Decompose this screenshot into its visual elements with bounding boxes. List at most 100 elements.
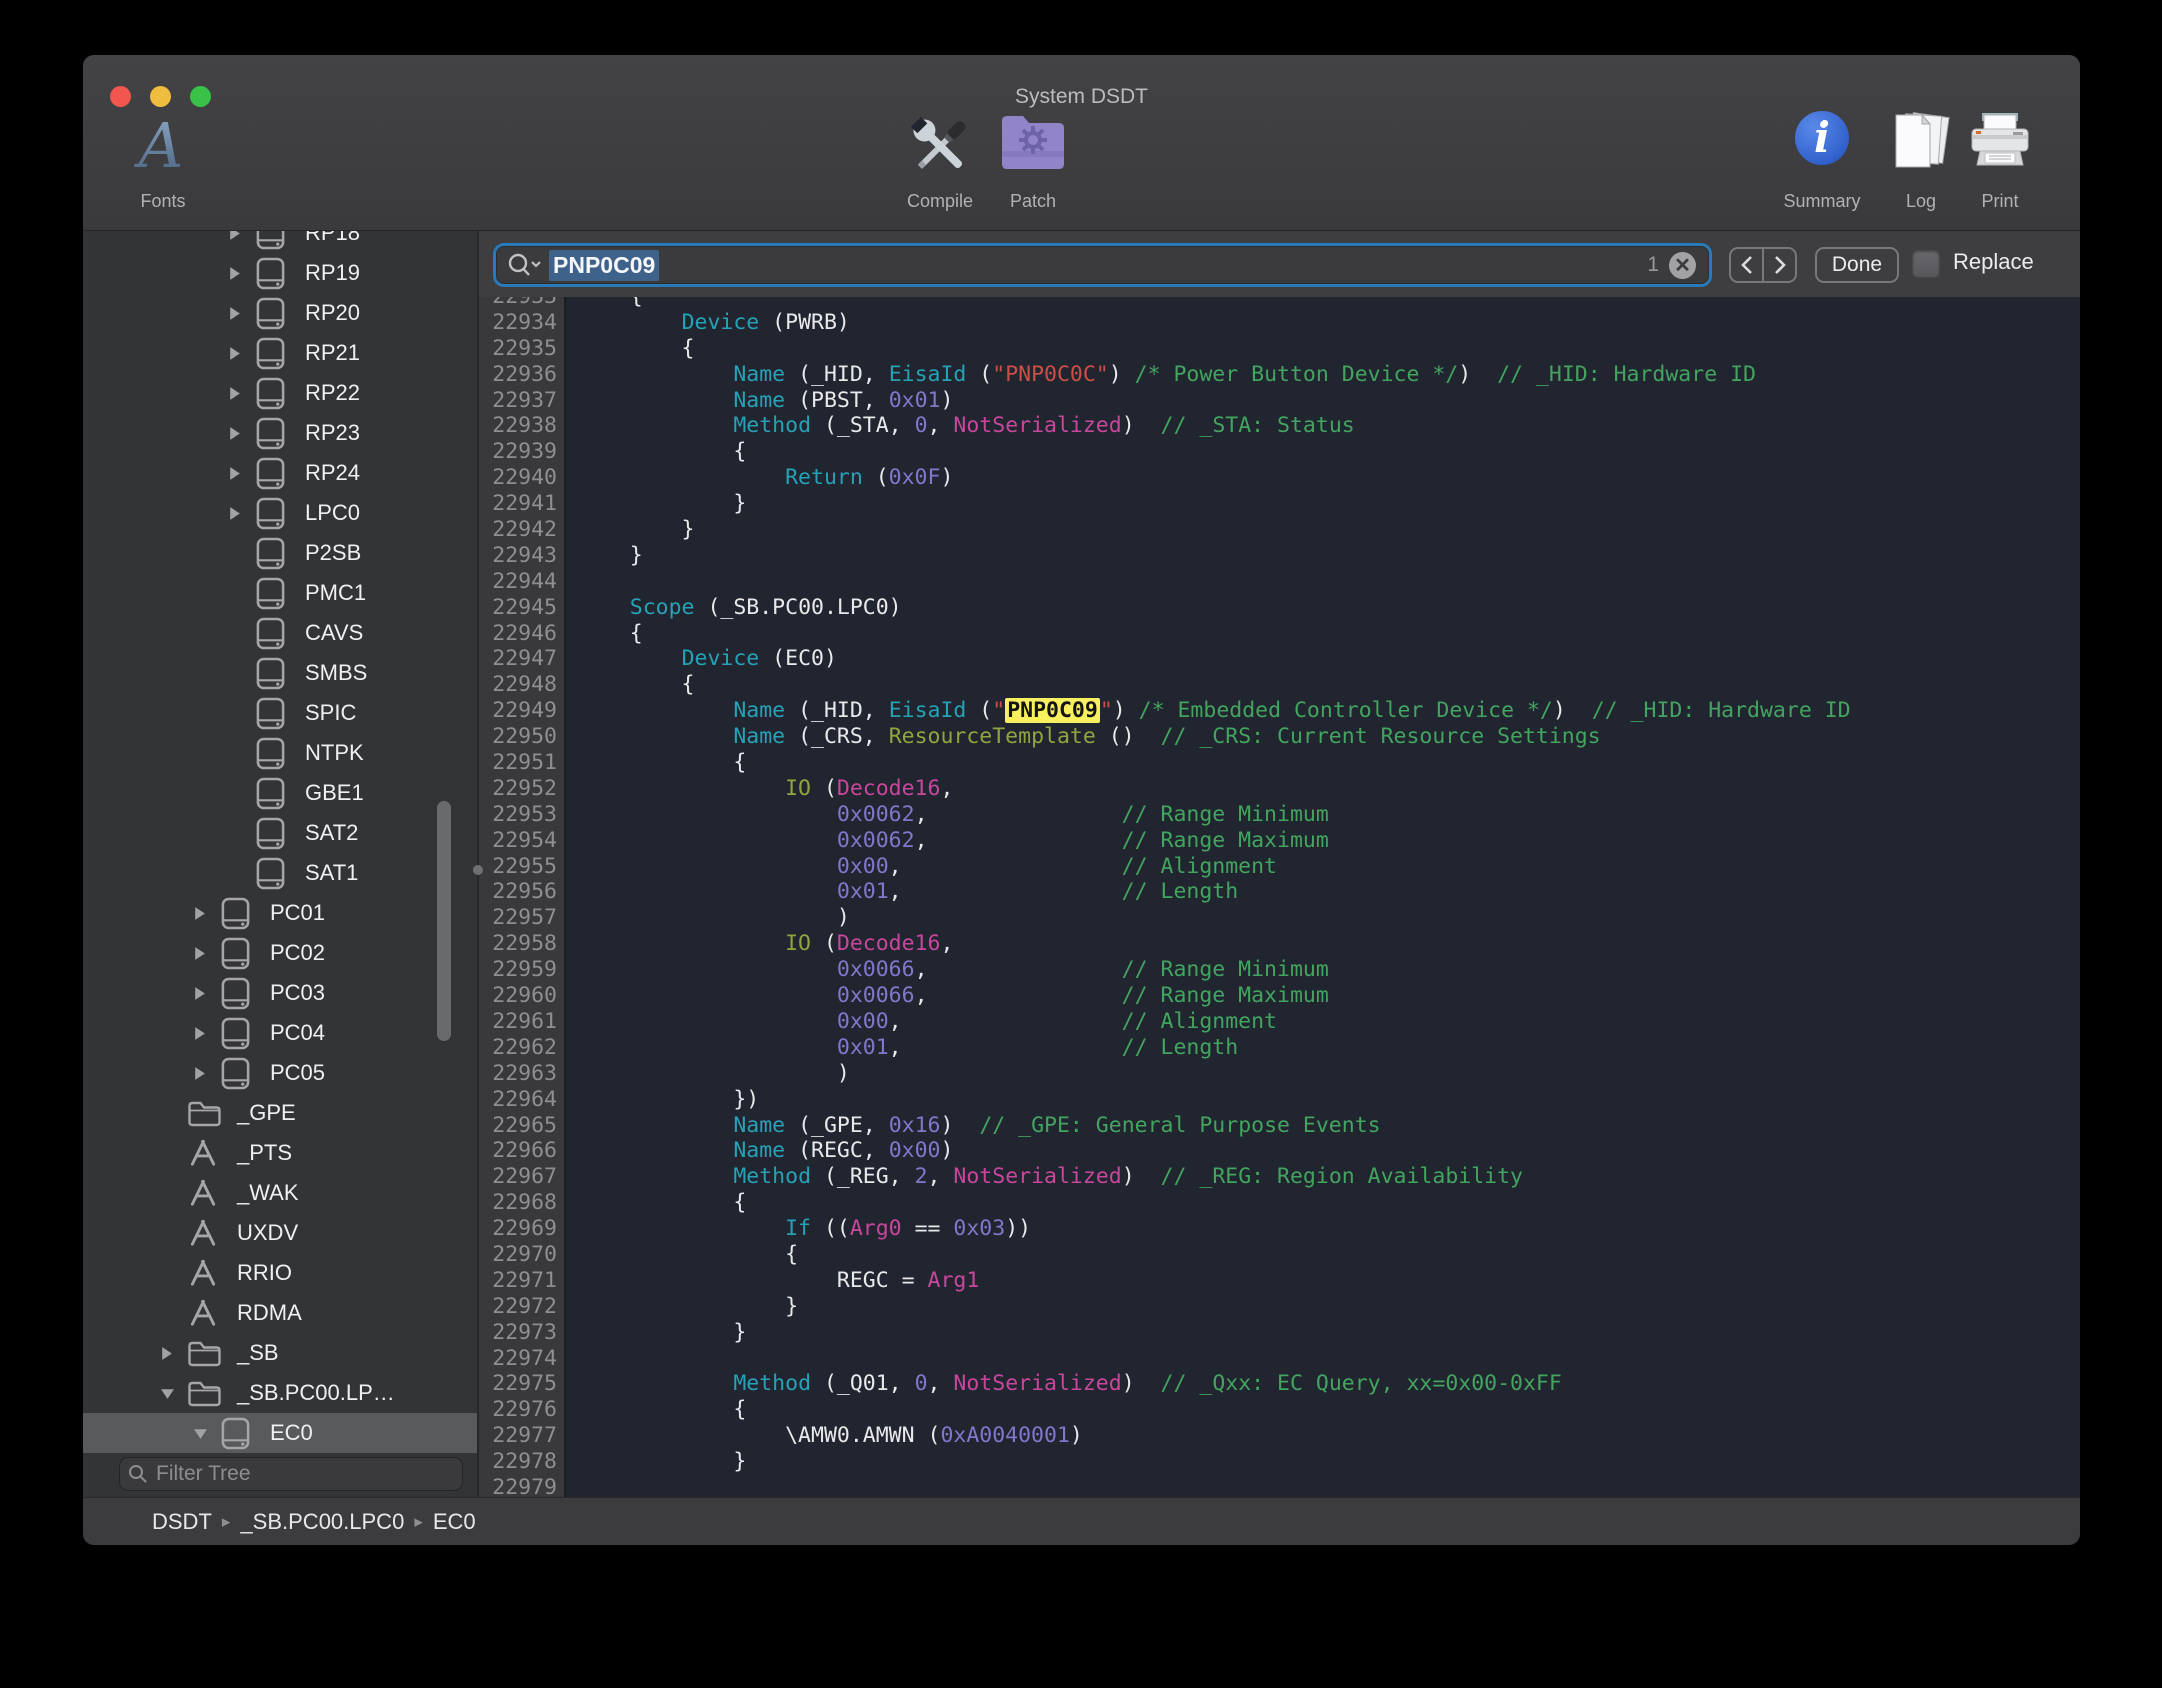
tree-item-RP24[interactable]: RP24	[83, 453, 477, 493]
find-previous-button[interactable]	[1731, 249, 1764, 281]
disclosure-right-icon[interactable]	[228, 231, 255, 241]
tree-item-label: SAT2	[305, 820, 358, 846]
disclosure-right-icon[interactable]	[228, 466, 255, 481]
disclosure-right-icon[interactable]	[193, 906, 220, 921]
code-line: 22971 REGC = Arg1	[479, 1268, 2080, 1294]
find-next-button[interactable]	[1764, 249, 1795, 281]
patch-button[interactable]	[973, 111, 1093, 173]
line-number: 22956	[479, 879, 566, 905]
method-icon	[187, 1178, 237, 1209]
disclosure-right-icon[interactable]	[228, 266, 255, 281]
tree-item-PMC1[interactable]: PMC1	[83, 573, 477, 613]
tree-item-PC03[interactable]: PC03	[83, 973, 477, 1013]
tree-item-_PTS[interactable]: _PTS	[83, 1133, 477, 1173]
tree-item-PC02[interactable]: PC02	[83, 933, 477, 973]
device-icon	[220, 896, 270, 931]
tree-item-RRIO[interactable]: RRIO	[83, 1253, 477, 1293]
disclosure-right-icon[interactable]	[228, 306, 255, 321]
code-text: }	[566, 1320, 2080, 1346]
code-text: \AMW0.AMWN (0xA0040001)	[566, 1423, 2080, 1449]
method-icon	[187, 1218, 237, 1249]
disclosure-right-icon[interactable]	[228, 386, 255, 401]
search-input[interactable]: PNP0C09 1 ✕	[493, 243, 1712, 287]
code-line: 22967 Method (_REG, 2, NotSerialized) //…	[479, 1164, 2080, 1190]
tree-item-PC04[interactable]: PC04	[83, 1013, 477, 1053]
tree-item-_WAK[interactable]: _WAK	[83, 1173, 477, 1213]
method-icon	[187, 1298, 237, 1329]
tree-item-RP23[interactable]: RP23	[83, 413, 477, 453]
pane-splitter[interactable]	[477, 231, 479, 1497]
line-number: 22964	[479, 1087, 566, 1113]
code-line: 22959 0x0066, // Range Minimum	[479, 957, 2080, 983]
code-text: )	[566, 1061, 2080, 1087]
tree-item-LPC0[interactable]: LPC0	[83, 493, 477, 533]
sidebar-scrollbar[interactable]	[437, 801, 451, 1041]
device-icon	[220, 976, 270, 1011]
tree-item-_GPE[interactable]: _GPE	[83, 1093, 477, 1133]
disclosure-down-icon[interactable]	[193, 1427, 220, 1440]
replace-label: Replace	[1953, 249, 2034, 275]
line-number: 22942	[479, 517, 566, 543]
code-text: Method (_STA, 0, NotSerialized) // _STA:…	[566, 413, 2080, 439]
code-text: Method (_REG, 2, NotSerialized) // _REG:…	[566, 1164, 2080, 1190]
fonts-button[interactable]: A	[101, 111, 221, 181]
disclosure-right-icon[interactable]	[193, 1066, 220, 1081]
tree-item-SMBS[interactable]: SMBS	[83, 653, 477, 693]
tree-item-_SB[interactable]: _SB	[83, 1333, 477, 1373]
tree-item-RP19[interactable]: RP19	[83, 253, 477, 293]
tree-item-PC05[interactable]: PC05	[83, 1053, 477, 1093]
code-text: 0x01, // Length	[566, 1035, 2080, 1061]
done-button[interactable]: Done	[1815, 247, 1899, 283]
disclosure-right-icon[interactable]	[160, 1346, 187, 1361]
disclosure-right-icon[interactable]	[228, 506, 255, 521]
tree-item-label: RP23	[305, 420, 360, 446]
line-number: 22955	[479, 854, 566, 880]
splitter-handle[interactable]	[473, 865, 483, 875]
tree-item-UXDV[interactable]: UXDV	[83, 1213, 477, 1253]
folder-icon	[187, 1379, 237, 1407]
tree-item-label: UXDV	[237, 1220, 298, 1246]
tree-item-PC01[interactable]: PC01	[83, 893, 477, 933]
tree-item-SAT2[interactable]: SAT2	[83, 813, 477, 853]
tree-item-label: CAVS	[305, 620, 363, 646]
disclosure-right-icon[interactable]	[228, 426, 255, 441]
tree-item-EC0[interactable]: EC0	[83, 1413, 477, 1453]
tree-item-P2SB[interactable]: P2SB	[83, 533, 477, 573]
tree-item-label: PC04	[270, 1020, 325, 1046]
filter-tree-input[interactable]: Filter Tree	[119, 1457, 463, 1491]
disclosure-down-icon[interactable]	[160, 1387, 187, 1400]
line-number: 22941	[479, 491, 566, 517]
code-editor[interactable]: 22933 {22934 Device (PWRB)22935 {22936 N…	[479, 297, 2080, 1497]
clear-search-icon[interactable]: ✕	[1669, 252, 1696, 279]
breadcrumb-item: EC0	[433, 1509, 476, 1535]
tree-item-SPIC[interactable]: SPIC	[83, 693, 477, 733]
tree-item-RDMA[interactable]: RDMA	[83, 1293, 477, 1333]
tree-item-RP22[interactable]: RP22	[83, 373, 477, 413]
tree-item-CAVS[interactable]: CAVS	[83, 613, 477, 653]
tree-item-label: SPIC	[305, 700, 356, 726]
device-icon	[255, 816, 305, 851]
tree-item-NTPK[interactable]: NTPK	[83, 733, 477, 773]
device-icon	[255, 496, 305, 531]
code-line: 22978 }	[479, 1449, 2080, 1475]
code-line: 22944	[479, 569, 2080, 595]
disclosure-right-icon[interactable]	[228, 346, 255, 361]
print-button[interactable]	[1940, 111, 2060, 173]
line-number: 22951	[479, 750, 566, 776]
disclosure-right-icon[interactable]	[193, 986, 220, 1001]
code-line: 22960 0x0066, // Range Maximum	[479, 983, 2080, 1009]
tree-item-SAT1[interactable]: SAT1	[83, 853, 477, 893]
code-line: 22968 {	[479, 1190, 2080, 1216]
replace-checkbox[interactable]	[1912, 250, 1940, 278]
search-menu-icon[interactable]	[505, 251, 541, 279]
tree-item-RP18[interactable]: RP18	[83, 231, 477, 253]
tree-item-GBE1[interactable]: GBE1	[83, 773, 477, 813]
code-text: Name (_CRS, ResourceTemplate () // _CRS:…	[566, 724, 2080, 750]
tree-item-RP20[interactable]: RP20	[83, 293, 477, 333]
tree-item-_SB.PC00.LP…[interactable]: _SB.PC00.LP…	[83, 1373, 477, 1413]
line-number: 22933	[479, 297, 566, 310]
disclosure-right-icon[interactable]	[193, 1026, 220, 1041]
disclosure-right-icon[interactable]	[193, 946, 220, 961]
tree-item-RP21[interactable]: RP21	[83, 333, 477, 373]
line-number: 22979	[479, 1475, 566, 1497]
